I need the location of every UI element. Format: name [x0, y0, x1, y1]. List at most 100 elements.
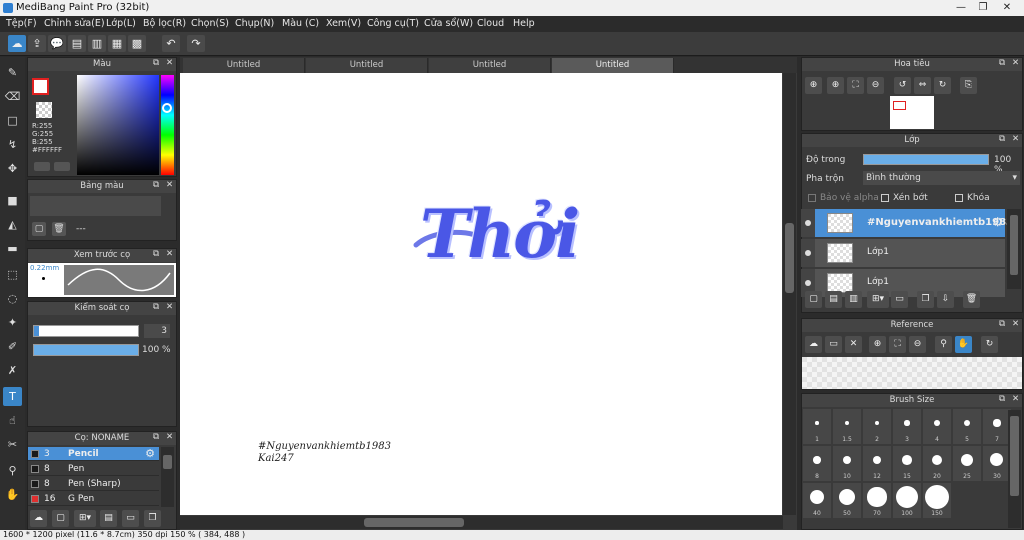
- magic-wand-tool-icon[interactable]: ✦: [3, 313, 22, 332]
- brushsize-close-icon[interactable]: ✕: [1012, 394, 1019, 404]
- horizontal-scroll-thumb[interactable]: [364, 518, 464, 527]
- layer-visibility-eye-icon[interactable]: [801, 239, 815, 267]
- menu-layer[interactable]: Lớp(L): [106, 18, 136, 29]
- rotate-left-icon[interactable]: ↺: [894, 77, 911, 94]
- new-8bit-layer-icon[interactable]: ▥: [845, 291, 862, 308]
- flip-icon[interactable]: ⇔: [914, 77, 931, 94]
- brush-edit-icon[interactable]: ▤: [100, 510, 117, 527]
- brush-size-cell[interactable]: 7: [983, 409, 1011, 444]
- tab-document-2[interactable]: Untitled: [306, 58, 428, 73]
- eyedropper-tool-icon[interactable]: ⚲: [3, 461, 22, 480]
- brush-list-item[interactable]: 8 Pen (Sharp): [28, 477, 159, 491]
- brush-size-cell[interactable]: 150: [923, 483, 951, 518]
- blend-mode-select[interactable]: Bình thường ▾: [863, 171, 1020, 185]
- lasso-tool-icon[interactable]: ◌: [3, 289, 22, 308]
- tiles-icon[interactable]: ▩: [128, 35, 146, 52]
- upload-icon[interactable]: ⇪: [28, 35, 46, 52]
- brush-size-cell[interactable]: 5: [953, 409, 981, 444]
- minimize-button[interactable]: —: [950, 0, 972, 15]
- brush-size-cell[interactable]: 12: [863, 446, 891, 481]
- tab-document-3[interactable]: Untitled: [429, 58, 551, 73]
- ref-rotate-icon[interactable]: ↻: [981, 336, 998, 353]
- layers-float-icon[interactable]: ⧉: [999, 134, 1005, 144]
- brush-list-item[interactable]: 3 Pencil ⚙: [28, 447, 159, 461]
- zoom-out-icon[interactable]: ⊖: [867, 77, 884, 94]
- canvas-horizontal-scrollbar[interactable]: [180, 516, 783, 529]
- secondary-color-swatch[interactable]: [36, 102, 52, 118]
- message-icon[interactable]: ▤: [68, 35, 86, 52]
- brush-size-scrollbar[interactable]: [1008, 410, 1021, 528]
- brush-list-item[interactable]: 16 G Pen: [28, 492, 159, 506]
- text-tool-icon[interactable]: T: [3, 387, 22, 406]
- cloud-open-icon[interactable]: ☁: [805, 336, 822, 353]
- ref-fit-icon[interactable]: ⛶: [889, 336, 906, 353]
- layer-visibility-eye-icon[interactable]: [801, 209, 815, 237]
- menu-help[interactable]: Help: [513, 18, 535, 29]
- layer-row[interactable]: Lớp1: [815, 239, 1005, 267]
- undo-icon[interactable]: ↶: [162, 35, 180, 52]
- divide-tool-icon[interactable]: ✂: [3, 435, 22, 454]
- control-float-icon[interactable]: ⧉: [153, 302, 159, 312]
- control-close-icon[interactable]: ✕: [166, 302, 173, 312]
- merge-layer-icon[interactable]: ⇩: [937, 291, 954, 308]
- select-pen-tool-icon[interactable]: ✐: [3, 337, 22, 356]
- menu-filter[interactable]: Bộ lọc(R): [143, 18, 186, 29]
- brush-tool-icon[interactable]: ✎: [3, 63, 22, 82]
- ref-eyedropper-icon[interactable]: ⚲: [935, 336, 952, 353]
- gradient-tool-icon[interactable]: ▬: [3, 239, 22, 258]
- ref-hand-icon[interactable]: ✋: [955, 336, 972, 353]
- brush-list-scrollbar[interactable]: [161, 447, 174, 507]
- zoom-in-icon[interactable]: ⊕: [827, 77, 844, 94]
- brushlist-close-icon[interactable]: ✕: [166, 432, 173, 442]
- cloud-icon[interactable]: ☁: [8, 35, 26, 52]
- brush-size-cell[interactable]: 1.5: [833, 409, 861, 444]
- palette-swatches-area[interactable]: [30, 196, 161, 216]
- move-tool-icon[interactable]: ✥: [3, 159, 22, 178]
- brush-size-cell[interactable]: 70: [863, 483, 891, 518]
- brush-size-cell[interactable]: 8: [803, 446, 831, 481]
- layer-opacity-slider[interactable]: [863, 154, 989, 165]
- menu-color[interactable]: Màu (C): [282, 18, 319, 29]
- hue-slider[interactable]: [161, 75, 174, 175]
- add-brush-icon[interactable]: ⊞▾: [74, 510, 96, 527]
- canvas-vertical-scrollbar[interactable]: [783, 73, 796, 515]
- add-layer-menu-icon[interactable]: ⊞▾: [867, 291, 889, 308]
- lock-checkbox[interactable]: [955, 194, 963, 202]
- brush-size-cell[interactable]: 20: [923, 446, 951, 481]
- close-reference-icon[interactable]: ✕: [845, 336, 862, 353]
- select-eraser-tool-icon[interactable]: ✗: [3, 361, 22, 380]
- saturation-value-picker[interactable]: [77, 75, 159, 175]
- gear-icon[interactable]: ⚙: [145, 447, 155, 460]
- bucket-tool-icon[interactable]: ◭: [3, 215, 22, 234]
- brush-size-cell[interactable]: 25: [953, 446, 981, 481]
- new-brush-icon[interactable]: ▢: [52, 510, 69, 527]
- brush-size-cell[interactable]: 50: [833, 483, 861, 518]
- redo-icon[interactable]: ↷: [187, 35, 205, 52]
- dot-tool-icon[interactable]: □: [3, 111, 22, 130]
- brushlist-float-icon[interactable]: ⧉: [153, 432, 159, 442]
- brush-opacity-slider[interactable]: [33, 344, 139, 356]
- fill-rect-tool-icon[interactable]: ■: [3, 191, 22, 210]
- hand-tool-icon[interactable]: ✋: [3, 485, 22, 504]
- reference-close-icon[interactable]: ✕: [1012, 319, 1019, 329]
- cloud-brush-icon[interactable]: ☁: [30, 510, 47, 527]
- select-rect-tool-icon[interactable]: ⬚: [3, 265, 22, 284]
- color-panel-close-icon[interactable]: ✕: [166, 58, 173, 68]
- color-swap-button[interactable]: [54, 162, 70, 171]
- zoom-fit-icon[interactable]: ⊕: [805, 77, 822, 94]
- rotate-right-icon[interactable]: ↻: [934, 77, 951, 94]
- open-folder-icon[interactable]: ▭: [825, 336, 842, 353]
- brush-list-item[interactable]: 8 Pen: [28, 462, 159, 476]
- brush-size-cell[interactable]: 100: [893, 483, 921, 518]
- close-button[interactable]: ✕: [996, 0, 1018, 15]
- tab-document-1[interactable]: Untitled: [183, 58, 305, 73]
- drawing-canvas[interactable]: Thởi #Nguyenvankhiemtb1983 Kai247: [180, 73, 782, 515]
- protect-alpha-checkbox[interactable]: [808, 194, 816, 202]
- hue-slider-handle[interactable]: [162, 103, 172, 113]
- delete-layer-icon[interactable]: 🗑: [963, 291, 980, 308]
- preview-float-icon[interactable]: ⧉: [153, 249, 159, 259]
- brush-size-slider[interactable]: [33, 325, 139, 337]
- comment-icon[interactable]: 💬: [48, 35, 66, 52]
- brush-size-value[interactable]: 3: [144, 324, 170, 338]
- menu-tools[interactable]: Công cụ(T): [367, 18, 419, 29]
